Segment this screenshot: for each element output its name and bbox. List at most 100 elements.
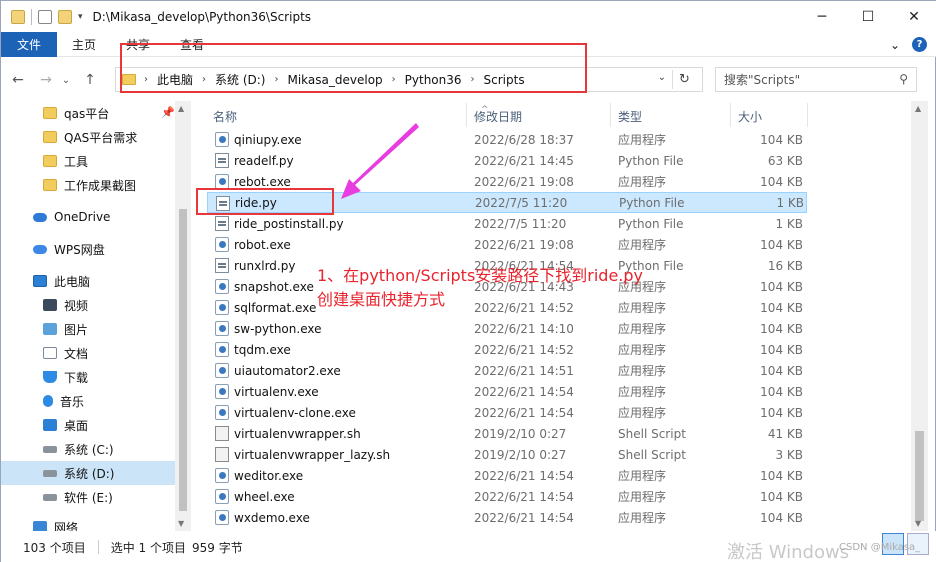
sidebar-item-drive-e[interactable]: 软件 (E:) bbox=[1, 485, 175, 509]
python-file-icon bbox=[215, 153, 229, 168]
new-folder-icon[interactable] bbox=[58, 9, 72, 24]
back-button[interactable]: ← bbox=[7, 69, 29, 91]
help-icon[interactable]: ? bbox=[912, 37, 927, 52]
breadcrumb-mikasa-develop[interactable]: Mikasa_develop bbox=[287, 73, 382, 87]
scrollbar-thumb[interactable] bbox=[179, 209, 187, 511]
column-header-date[interactable]: 修改日期 bbox=[474, 105, 522, 127]
breadcrumb-python36[interactable]: Python36 bbox=[405, 73, 462, 87]
activate-windows-watermark: 激活 Windows bbox=[727, 542, 850, 562]
table-row[interactable]: ride_postinstall.py 2022/7/5 11:20 Python … bbox=[207, 213, 807, 234]
close-button[interactable]: ✕ bbox=[891, 1, 936, 32]
up-button[interactable]: ↑ bbox=[79, 69, 101, 91]
table-row[interactable]: rebot.exe 2022/6/21 19:08 应用程序 104 KB bbox=[207, 171, 807, 192]
chevron-right-icon[interactable]: › bbox=[202, 74, 206, 85]
file-name: virtualenvwrapper_lazy.sh bbox=[234, 447, 391, 462]
sidebar-item-wps[interactable]: WPS网盘 bbox=[1, 237, 175, 261]
file-type: 应用程序 bbox=[618, 238, 667, 252]
properties-icon[interactable] bbox=[38, 9, 52, 24]
table-row[interactable]: virtualenvwrapper_lazy.sh 2019/2/10 0:27 S… bbox=[207, 444, 807, 465]
csdn-watermark: CSDN @Mikasa_ bbox=[839, 542, 921, 553]
navigation-scrollbar[interactable]: ▲ ▼ bbox=[175, 101, 191, 531]
status-item-count: 103 个项目 bbox=[23, 540, 86, 555]
breadcrumb-scripts[interactable]: Scripts bbox=[484, 73, 525, 87]
maximize-button[interactable]: ☐ bbox=[845, 1, 891, 32]
python-file-icon bbox=[215, 258, 229, 273]
sidebar-item-qas[interactable]: qas平台 📌 bbox=[1, 101, 175, 125]
table-row[interactable]: virtualenvwrapper.sh 2019/2/10 0:27 Shell … bbox=[207, 423, 807, 444]
chevron-right-icon[interactable]: › bbox=[274, 74, 278, 85]
customize-toolbar-icon[interactable]: ▾ bbox=[78, 12, 83, 22]
file-type: 应用程序 bbox=[618, 511, 667, 525]
breadcrumb-this-pc[interactable]: 此电脑 bbox=[157, 71, 193, 88]
scroll-down-icon[interactable]: ▼ bbox=[915, 519, 921, 528]
table-row[interactable]: sw-python.exe 2022/6/21 14:10 应用程序 104 KB bbox=[207, 318, 807, 339]
sidebar-item-drive-c[interactable]: 系统 (C:) bbox=[1, 437, 175, 461]
sidebar-item-documents[interactable]: 文档 bbox=[1, 341, 175, 365]
tab-share[interactable]: 共享 bbox=[111, 32, 165, 57]
table-row[interactable]: uiautomator2.exe 2022/6/21 14:51 应用程序 104 K… bbox=[207, 360, 807, 381]
address-bar[interactable]: › 此电脑 › 系统 (D:) › Mikasa_develop › Pytho… bbox=[115, 67, 703, 92]
sidebar-item-music[interactable]: 音乐 bbox=[1, 389, 175, 413]
sidebar-item-downloads[interactable]: 下载 bbox=[1, 365, 175, 389]
column-divider[interactable] bbox=[807, 103, 808, 127]
status-selected-count: 选中 1 个项目 bbox=[110, 540, 186, 555]
tab-view[interactable]: 查看 bbox=[165, 32, 219, 57]
column-divider[interactable] bbox=[730, 103, 731, 127]
file-type: 应用程序 bbox=[618, 385, 667, 399]
table-row[interactable]: weditor.exe 2022/6/21 14:54 应用程序 104 KB bbox=[207, 465, 807, 486]
scroll-up-icon[interactable]: ▲ bbox=[915, 104, 921, 113]
python-file-icon bbox=[216, 196, 230, 211]
table-row[interactable]: tqdm.exe 2022/6/21 14:52 应用程序 104 KB bbox=[207, 339, 807, 360]
file-name: readelf.py bbox=[234, 153, 294, 168]
tab-file[interactable]: 文件 bbox=[1, 31, 58, 57]
pin-icon[interactable]: 📌 bbox=[161, 106, 175, 119]
exe-file-icon bbox=[215, 468, 229, 483]
scroll-down-icon[interactable]: ▼ bbox=[178, 519, 184, 528]
column-divider[interactable] bbox=[610, 103, 611, 127]
table-row[interactable]: readelf.py 2022/6/21 14:45 Python File 63 K… bbox=[207, 150, 807, 171]
sidebar-item-drive-d[interactable]: 系统 (D:) bbox=[1, 461, 175, 485]
column-header-size[interactable]: 大小 bbox=[738, 105, 762, 127]
expand-ribbon-icon[interactable]: ⌄ bbox=[890, 38, 900, 52]
sidebar-item-pictures[interactable]: 图片 bbox=[1, 317, 175, 341]
status-divider bbox=[97, 540, 99, 554]
forward-button[interactable]: → bbox=[35, 69, 57, 91]
drive-icon bbox=[43, 493, 57, 501]
table-row[interactable]: virtualenv.exe 2022/6/21 14:54 应用程序 104 KB bbox=[207, 381, 807, 402]
table-row[interactable]: wxdemo.exe 2022/6/21 14:54 应用程序 104 KB bbox=[207, 507, 807, 528]
breadcrumb-drive-d[interactable]: 系统 (D:) bbox=[215, 71, 265, 88]
tab-home[interactable]: 主页 bbox=[57, 32, 111, 57]
sidebar-item-tools[interactable]: 工具 bbox=[1, 149, 175, 173]
column-header-name[interactable]: 名称 bbox=[213, 105, 237, 127]
table-row[interactable]: qiniupy.exe 2022/6/28 18:37 应用程序 104 KB bbox=[207, 129, 807, 150]
scroll-up-icon[interactable]: ▲ bbox=[178, 104, 184, 113]
sidebar-item-screenshots[interactable]: 工作成果截图 bbox=[1, 173, 175, 197]
column-divider[interactable] bbox=[466, 103, 467, 127]
sidebar-item-qas-requirements[interactable]: QAS平台需求 bbox=[1, 125, 175, 149]
exe-file-icon bbox=[215, 489, 229, 504]
search-input[interactable]: 搜索"Scripts" ⚲ bbox=[715, 67, 917, 92]
sidebar-item-desktop[interactable]: 桌面 bbox=[1, 413, 175, 437]
table-row[interactable]: wheel.exe 2022/6/21 14:54 应用程序 104 KB bbox=[207, 486, 807, 507]
document-icon bbox=[43, 347, 57, 359]
sidebar-item-onedrive[interactable]: OneDrive bbox=[1, 205, 175, 229]
table-row[interactable]: robot.exe 2022/6/21 19:08 应用程序 104 KB bbox=[207, 234, 807, 255]
sidebar-item-videos[interactable]: 视频 bbox=[1, 293, 175, 317]
table-row[interactable]: ride.py 2022/7/5 11:20 Python File 1 KB bbox=[207, 192, 807, 213]
chevron-right-icon[interactable]: › bbox=[471, 74, 475, 85]
folder-icon bbox=[43, 131, 57, 143]
address-dropdown-icon[interactable]: ⌄ bbox=[658, 72, 666, 83]
file-list-scrollbar[interactable]: ▲ ▼ bbox=[911, 101, 928, 531]
refresh-button[interactable]: ↻ bbox=[672, 70, 696, 89]
chevron-right-icon[interactable]: › bbox=[392, 74, 396, 85]
column-header-type[interactable]: 类型 bbox=[618, 105, 642, 127]
recent-locations-button[interactable]: ⌄ bbox=[59, 69, 73, 91]
table-row[interactable]: virtualenv-clone.exe 2022/6/21 14:54 应用程序 1… bbox=[207, 402, 807, 423]
sidebar-item-network[interactable]: 网络 bbox=[1, 515, 175, 531]
minimize-button[interactable]: ─ bbox=[799, 1, 845, 32]
scrollbar-thumb[interactable] bbox=[915, 431, 924, 521]
file-size: 104 KB bbox=[760, 237, 803, 252]
file-name: virtualenvwrapper.sh bbox=[234, 426, 361, 441]
file-name: wxdemo.exe bbox=[234, 510, 310, 525]
sidebar-item-this-pc[interactable]: 此电脑 bbox=[1, 269, 175, 293]
